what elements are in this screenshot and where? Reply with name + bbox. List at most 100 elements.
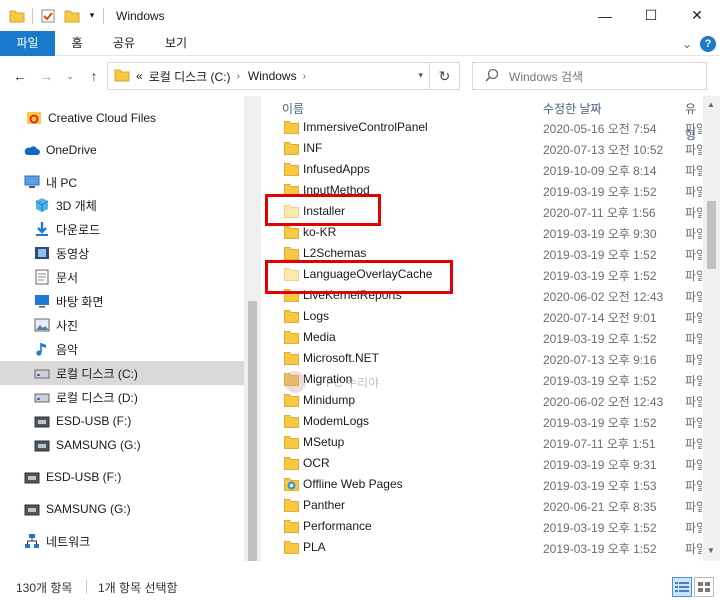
- sidebar-item[interactable]: 음악: [34, 337, 78, 361]
- list-item[interactable]: PLA 2019-03-19 오후 1:52 파일: [262, 537, 702, 558]
- list-item[interactable]: Performance 2019-03-19 오후 1:52 파일: [262, 516, 702, 537]
- new-folder-icon[interactable]: [63, 7, 81, 25]
- sidebar-item-label: 동영상: [56, 246, 90, 261]
- list-item[interactable]: ModemLogs 2019-03-19 오후 1:52 파일: [262, 411, 702, 432]
- search-box[interactable]: Windows 검색: [472, 62, 707, 90]
- sidebar-item[interactable]: 바탕 화면: [34, 289, 104, 313]
- customize-toolbar-icon[interactable]: ▾: [87, 7, 97, 25]
- tab-view[interactable]: 보기: [162, 31, 190, 56]
- sidebar-item-label: 로컬 디스크 (D:): [56, 390, 138, 405]
- sidebar-item[interactable]: SAMSUNG (G:): [24, 497, 131, 521]
- file-type: 파일: [685, 206, 702, 220]
- sidebar-item[interactable]: 다운로드: [34, 217, 100, 241]
- list-item[interactable]: Logs 2020-07-14 오전 9:01 파일: [262, 306, 702, 327]
- list-item[interactable]: INF 2020-07-13 오전 10:52 파일: [262, 138, 702, 159]
- minimize-button[interactable]: —: [582, 0, 628, 31]
- up-arrow-icon[interactable]: ↑: [84, 66, 104, 86]
- file-name: Panther: [303, 498, 346, 512]
- quick-access-toolbar: ▾: [0, 0, 110, 31]
- file-date: 2020-05-16 오전 7:54: [543, 122, 657, 136]
- item-count: 130개 항목: [16, 581, 73, 595]
- forward-arrow-icon[interactable]: →: [36, 66, 56, 86]
- file-name: MSetup: [303, 435, 345, 449]
- list-item[interactable]: Offline Web Pages 2019-03-19 오후 1:53 파일: [262, 474, 702, 495]
- sidebar-item[interactable]: 사진: [34, 313, 78, 337]
- file-type: 파일: [685, 437, 702, 451]
- tab-share[interactable]: 공유: [110, 31, 138, 56]
- properties-icon[interactable]: [39, 7, 57, 25]
- file-type: 파일: [685, 332, 702, 346]
- folder-icon: [284, 309, 299, 323]
- sidebar-item[interactable]: 내 PC: [24, 170, 77, 194]
- pc-icon: [24, 174, 40, 190]
- list-item[interactable]: Panther 2020-06-21 오후 8:35 파일: [262, 495, 702, 516]
- recent-locations-icon[interactable]: ⌄: [60, 66, 80, 86]
- file-type: 파일: [685, 248, 702, 262]
- sidebar-item[interactable]: 네트워크: [24, 529, 90, 553]
- refresh-icon[interactable]: ↻: [429, 63, 459, 89]
- file-date: 2020-07-14 오전 9:01: [543, 311, 657, 325]
- scroll-down-icon[interactable]: ▼: [707, 546, 715, 555]
- file-name: Microsoft.NET: [303, 351, 380, 365]
- large-icons-view-icon[interactable]: [694, 577, 714, 597]
- list-item[interactable]: ImmersiveControlPanel 2020-05-16 오전 7:54 파…: [262, 117, 702, 138]
- breadcrumb-folder[interactable]: Windows: [248, 69, 297, 83]
- back-arrow-icon[interactable]: ←: [10, 66, 30, 86]
- network-icon: [24, 533, 40, 549]
- file-list-scrollbar[interactable]: ▲ ▼: [703, 96, 720, 561]
- scrollbar-thumb[interactable]: [248, 301, 257, 561]
- folder-icon: [284, 225, 299, 239]
- folder-icon: [284, 498, 299, 512]
- sidebar-item[interactable]: OneDrive: [24, 138, 97, 162]
- folder-icon: [284, 540, 299, 554]
- sidebar-item[interactable]: 3D 개체: [34, 193, 97, 217]
- help-icon[interactable]: ?: [700, 36, 716, 52]
- sidebar-item[interactable]: 로컬 디스크 (D:): [34, 385, 138, 409]
- file-date: 2020-07-13 오전 10:52: [543, 143, 664, 157]
- file-name: Performance: [303, 519, 372, 533]
- sidebar-item[interactable]: 동영상: [34, 241, 89, 265]
- divider: [32, 7, 33, 24]
- sidebar-item[interactable]: 문서: [34, 265, 78, 289]
- file-name: OCR: [303, 456, 330, 470]
- tab-home[interactable]: 홈: [66, 31, 88, 56]
- expand-ribbon-icon[interactable]: ⌄: [682, 37, 692, 51]
- file-date: 2020-06-21 오후 8:35: [543, 500, 657, 514]
- usb-drive-icon: [24, 501, 40, 517]
- sidebar-item-label: SAMSUNG (G:): [56, 438, 141, 452]
- download-icon: [34, 221, 50, 237]
- list-item[interactable]: InfusedApps 2019-10-09 오후 8:14 파일: [262, 159, 702, 180]
- sidebar-item[interactable]: 로컬 디스크 (C:): [0, 361, 244, 385]
- sidebar-item-label: 3D 개체: [56, 198, 97, 213]
- scrollbar-thumb[interactable]: [707, 201, 716, 269]
- sidebar-item[interactable]: SAMSUNG (G:): [34, 433, 141, 457]
- sidebar-item[interactable]: Creative Cloud Files: [26, 106, 156, 130]
- nav-scrollbar[interactable]: [244, 96, 261, 561]
- sidebar-item[interactable]: ESD-USB (F:): [24, 465, 121, 489]
- file-type: 파일: [685, 416, 702, 430]
- music-icon: [34, 341, 50, 357]
- sidebar-item-label: 로컬 디스크 (C:): [56, 366, 138, 381]
- list-item[interactable]: OCR 2019-03-19 오후 9:31 파일: [262, 453, 702, 474]
- sidebar-item[interactable]: ESD-USB (F:): [34, 409, 131, 433]
- file-type: 파일: [685, 311, 702, 325]
- tab-file[interactable]: 파일: [0, 31, 55, 56]
- chevron-down-icon[interactable]: ▾: [418, 70, 423, 81]
- scroll-up-icon[interactable]: ▲: [707, 100, 715, 109]
- close-button[interactable]: ✕: [674, 0, 720, 31]
- maximize-button[interactable]: ☐: [628, 0, 674, 31]
- file-type: 파일: [685, 143, 702, 157]
- list-item[interactable]: Media 2019-03-19 오후 1:52 파일: [262, 327, 702, 348]
- window-controls: — ☐ ✕: [582, 0, 720, 31]
- breadcrumb-drive[interactable]: 로컬 디스크 (C:): [149, 68, 231, 85]
- creative-cloud-icon: [26, 110, 42, 126]
- breadcrumb-overflow[interactable]: «: [136, 69, 143, 83]
- file-type: 파일: [685, 227, 702, 241]
- file-date: 2019-10-09 오후 8:14: [543, 164, 657, 178]
- file-type: 파일: [685, 269, 702, 283]
- address-bar[interactable]: « 로컬 디스크 (C:) › Windows › ▾ ↻: [107, 62, 460, 90]
- chevron-right-icon[interactable]: ›: [303, 71, 306, 82]
- list-item[interactable]: MSetup 2019-07-11 오후 1:51 파일: [262, 432, 702, 453]
- chevron-right-icon[interactable]: ›: [237, 71, 240, 82]
- details-view-icon[interactable]: [672, 577, 692, 597]
